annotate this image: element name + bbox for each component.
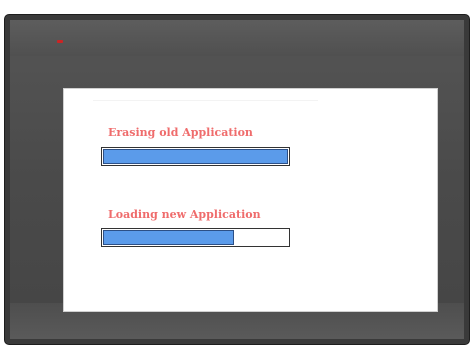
display-screen: Erasing old Application Loading new Appl… <box>63 88 438 312</box>
erase-status-label: Erasing old Application <box>108 126 253 139</box>
load-progress-bar <box>101 228 290 247</box>
top-bezel-band <box>10 20 464 56</box>
load-status-label: Loading new Application <box>108 208 261 221</box>
device-bezel: Erasing old Application Loading new Appl… <box>10 20 464 339</box>
hmi-device-frame: Erasing old Application Loading new Appl… <box>4 14 470 345</box>
load-progress-fill <box>103 230 235 245</box>
erase-progress-bar <box>101 147 290 166</box>
screen-divider <box>93 100 318 101</box>
status-led-icon <box>57 40 63 43</box>
erase-progress-fill <box>103 149 288 164</box>
